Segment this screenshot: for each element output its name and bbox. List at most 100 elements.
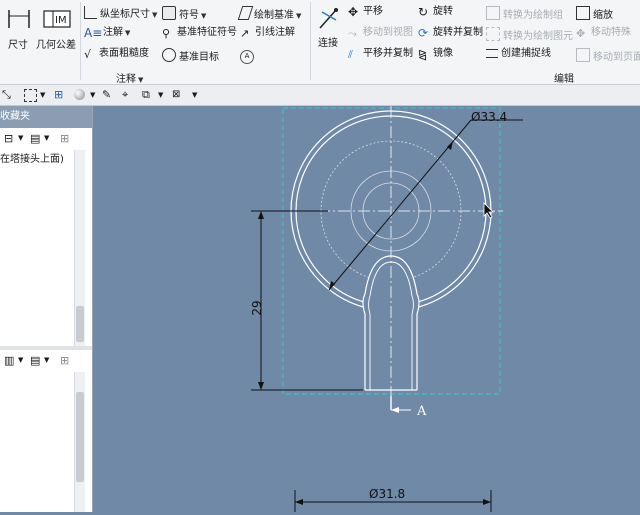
dropdown-arrow-icon[interactable]: ▼ bbox=[158, 88, 172, 102]
mirror-button[interactable]: ⧎ 镜像 bbox=[418, 48, 453, 61]
rotate-icon: ↻ bbox=[418, 5, 429, 19]
move-to-view-icon: ⤳ bbox=[348, 27, 357, 40]
surface-finish-icon: √ bbox=[84, 48, 92, 61]
convert-draw-element-button[interactable]: 转换为绘制图元 bbox=[486, 27, 573, 43]
translate-copy-icon: ⫽ bbox=[348, 48, 353, 61]
drawing-canvas[interactable]: Ø33.4 29 A Ø31.8 bbox=[93, 106, 640, 512]
drawing-svg[interactable]: Ø33.4 29 A Ø31.8 bbox=[93, 106, 640, 512]
draw-datum-icon bbox=[237, 6, 254, 20]
translate-copy-button[interactable]: ⫽ 平移并复制 bbox=[348, 48, 413, 61]
connect-button[interactable]: 连接 bbox=[314, 4, 344, 52]
dimension-arrow bbox=[258, 211, 264, 219]
tree-columns-icon[interactable]: ⊞ bbox=[60, 132, 69, 145]
datum-feature-icon: ⚲ bbox=[162, 27, 171, 40]
ribbon: 尺寸 IM 几何公差 纵坐标尺寸 ▼ A≡注解 ▼ √ 表面粗糙度 符号 ▼ ⚲ 基准特征… bbox=[0, 0, 640, 85]
separator bbox=[310, 2, 311, 80]
section-label[interactable]: A bbox=[416, 404, 427, 419]
move-to-page-button[interactable]: 移动到页面 bbox=[576, 48, 640, 64]
move-to-view-button[interactable]: ⤳ 移动到视图 bbox=[348, 27, 413, 40]
layer-icon[interactable]: ▥ bbox=[4, 354, 14, 367]
refit-icon[interactable]: ⤡ bbox=[2, 88, 16, 102]
dropdown-arrow-icon[interactable]: ▼ bbox=[18, 356, 23, 364]
create-snap-line-button[interactable]: 创建捕捉线 bbox=[486, 48, 551, 60]
surface-finish-button[interactable]: √ 表面粗糙度 bbox=[84, 48, 149, 61]
datum-target-button[interactable]: 基准目标 bbox=[162, 48, 219, 64]
annotation-group-label[interactable]: 注释 ▼ bbox=[116, 70, 143, 85]
scale-icon bbox=[576, 6, 590, 20]
panel-toolbar-bottom: ▥ ▼ ▤ ▼ ⊞ bbox=[0, 352, 92, 370]
rotate-button[interactable]: ↻ 旋转 bbox=[418, 6, 453, 18]
dimension-button[interactable]: 尺寸 bbox=[4, 4, 34, 52]
move-to-page-icon bbox=[576, 48, 590, 62]
dropdown-arrow-icon[interactable]: ▼ bbox=[44, 134, 49, 142]
scrollbar-thumb[interactable] bbox=[76, 392, 84, 482]
svg-text:IM: IM bbox=[55, 15, 67, 26]
bottom-dimension-text[interactable]: Ø31.8 bbox=[369, 487, 405, 501]
scrollbar-bottom[interactable] bbox=[74, 372, 85, 512]
convert-draw-group-button[interactable]: 转换为绘制组 bbox=[486, 6, 563, 22]
tree-columns-icon[interactable]: ⊞ bbox=[60, 354, 69, 367]
dropdown-arrow-icon[interactable]: ▼ bbox=[40, 88, 54, 102]
ordinate-dimension-icon bbox=[84, 6, 97, 19]
tree-filter-icon[interactable]: ⊟ bbox=[4, 132, 13, 145]
scrollbar-thumb[interactable] bbox=[76, 306, 84, 342]
diameter-dimension-text[interactable]: Ø33.4 bbox=[471, 110, 507, 124]
settings-icon[interactable]: ▤ bbox=[30, 132, 40, 145]
geometric-tolerance-icon: IM bbox=[43, 10, 71, 28]
height-dimension-text[interactable]: 29 bbox=[250, 300, 264, 315]
mirror-icon: ⧎ bbox=[418, 48, 428, 61]
annotation-extra-icon: A bbox=[240, 50, 254, 64]
dimension-arrow bbox=[329, 281, 335, 290]
repaint-icon[interactable]: ✎ bbox=[102, 88, 116, 102]
datum-feature-button[interactable]: ⚲ 基准特征符号 bbox=[162, 27, 237, 40]
rotate-copy-button[interactable]: ⟳ 旋转并复制 bbox=[418, 27, 483, 39]
section-arrow bbox=[391, 407, 399, 413]
graphics-toolbar: ⤡ ▼ ⊞ ▼ ✎ ⌖ ⧉ ▼ ⊠ ▼ bbox=[0, 85, 640, 106]
gtol-button[interactable]: IM 几何公差 bbox=[36, 4, 76, 52]
dimension-icon bbox=[8, 10, 30, 28]
datum-display-icon[interactable]: ⌖ bbox=[122, 88, 136, 102]
move-icon: ✥ bbox=[348, 5, 359, 19]
move-special-icon: ✥ bbox=[576, 27, 586, 40]
connect-label: 连接 bbox=[318, 38, 338, 49]
view-manager-icon[interactable]: ⊞ bbox=[54, 88, 68, 102]
panel-title: 收藏夹 bbox=[0, 106, 92, 128]
dimension-arrow bbox=[295, 499, 303, 505]
dimension-arrow bbox=[483, 499, 491, 505]
note-button[interactable]: A≡注解 ▼ bbox=[84, 27, 130, 39]
ordinate-dimension-button[interactable]: 纵坐标尺寸 ▼ bbox=[84, 6, 157, 21]
draw-datum-button[interactable]: 绘制基准 ▼ bbox=[237, 6, 301, 22]
panel-toolbar-top: ⊟ ▼ ▤ ▼ ⊞ bbox=[0, 130, 92, 148]
scale-button[interactable]: 缩放 bbox=[576, 6, 613, 22]
note-icon: A≡ bbox=[84, 26, 103, 40]
saved-orientation-icon[interactable]: ⧉ bbox=[142, 88, 156, 102]
dimension-arrow bbox=[258, 382, 264, 390]
datum-target-icon bbox=[162, 48, 176, 62]
annotation-extra-button[interactable]: A bbox=[240, 48, 257, 64]
navigator-panel: 收藏夹 ⊟ ▼ ▤ ▼ ⊞ 在塔接头上面) ▥ ▼ ▤ ▼ ⊞ bbox=[0, 106, 93, 512]
convert-group-icon bbox=[486, 6, 500, 20]
scrollbar-top[interactable] bbox=[74, 150, 85, 346]
symbol-icon bbox=[162, 6, 176, 20]
dimension-label: 尺寸 bbox=[8, 40, 28, 51]
tree-item[interactable]: 在塔接头上面) bbox=[0, 154, 64, 166]
display-style-icon[interactable] bbox=[74, 89, 85, 100]
leader-note-icon: ↗ bbox=[240, 27, 250, 40]
dropdown-arrow-icon[interactable]: ▼ bbox=[44, 356, 49, 364]
dimension-arrow bbox=[447, 141, 453, 150]
symbol-button[interactable]: 符号 ▼ bbox=[162, 6, 206, 22]
selection-box-icon[interactable] bbox=[24, 89, 37, 102]
convert-element-icon bbox=[486, 27, 500, 41]
move-special-button[interactable]: ✥ 移动特殊 bbox=[576, 27, 631, 40]
rotate-copy-icon: ⟳ bbox=[418, 26, 429, 40]
snap-line-icon bbox=[486, 49, 498, 58]
leader-note-button[interactable]: ↗ 引线注解 bbox=[240, 27, 295, 40]
edit-group-label: 编辑 bbox=[554, 74, 574, 85]
translate-button[interactable]: ✥ 平移 bbox=[348, 6, 383, 18]
collapse-icon[interactable]: ⊠ bbox=[172, 88, 186, 102]
more-icon[interactable]: ▼ bbox=[192, 88, 206, 102]
gtol-label: 几何公差 bbox=[36, 40, 76, 51]
panel-divider[interactable] bbox=[0, 346, 92, 350]
settings-icon[interactable]: ▤ bbox=[30, 354, 40, 367]
dropdown-arrow-icon[interactable]: ▼ bbox=[18, 134, 23, 142]
